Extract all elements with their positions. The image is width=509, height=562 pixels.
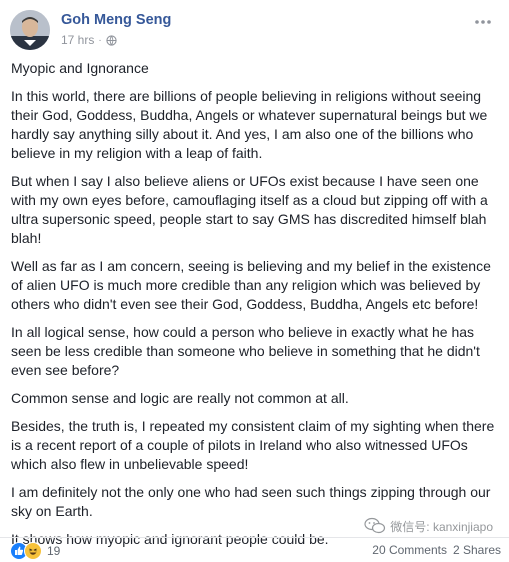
- post-paragraph: In all logical sense, how could a person…: [11, 324, 480, 378]
- post-paragraph: In this world, there are billions of peo…: [11, 88, 488, 161]
- watermark: 微信号: kanxinjiapo: [364, 517, 493, 535]
- more-horizontal-icon: [475, 20, 491, 24]
- shares-count-link[interactable]: 2 Shares: [453, 543, 501, 557]
- post-footer: 19 20 Comments 2 Shares: [0, 537, 509, 560]
- globe-icon[interactable]: [106, 34, 117, 46]
- post-body: Myopic and Ignorance In this world, ther…: [11, 59, 501, 558]
- comments-count-link[interactable]: 20 Comments: [372, 543, 447, 557]
- reactions-summary[interactable]: 19: [10, 542, 60, 560]
- author-name-link[interactable]: Goh Meng Seng: [61, 12, 171, 28]
- engagement-counts: 20 Comments 2 Shares: [372, 543, 501, 557]
- post-paragraph: Common sense and logic are really not co…: [11, 390, 349, 406]
- meta-separator: ·: [98, 34, 102, 46]
- reaction-count: 19: [47, 544, 61, 558]
- post-paragraph: But when I say I also believe aliens or …: [11, 173, 488, 246]
- post-title: Myopic and Ignorance: [11, 60, 149, 76]
- wechat-icon: [364, 517, 386, 534]
- post-paragraph: Well as far as I am concern, seeing is b…: [11, 258, 491, 312]
- facebook-post: Goh Meng Seng 17 hrs · Myopic and Ignora…: [0, 0, 509, 560]
- watermark-text: 微信号: kanxinjiapo: [390, 519, 493, 534]
- haha-icon: [24, 542, 42, 560]
- avatar[interactable]: [10, 10, 50, 50]
- post-paragraph: Besides, the truth is, I repeated my con…: [11, 418, 495, 472]
- more-options-button[interactable]: [473, 14, 493, 30]
- post-header: Goh Meng Seng 17 hrs ·: [8, 8, 499, 54]
- post-meta: 17 hrs ·: [61, 33, 117, 47]
- post-paragraph: I am definitely not the only one who had…: [11, 484, 491, 519]
- post-timestamp[interactable]: 17 hrs: [61, 33, 94, 47]
